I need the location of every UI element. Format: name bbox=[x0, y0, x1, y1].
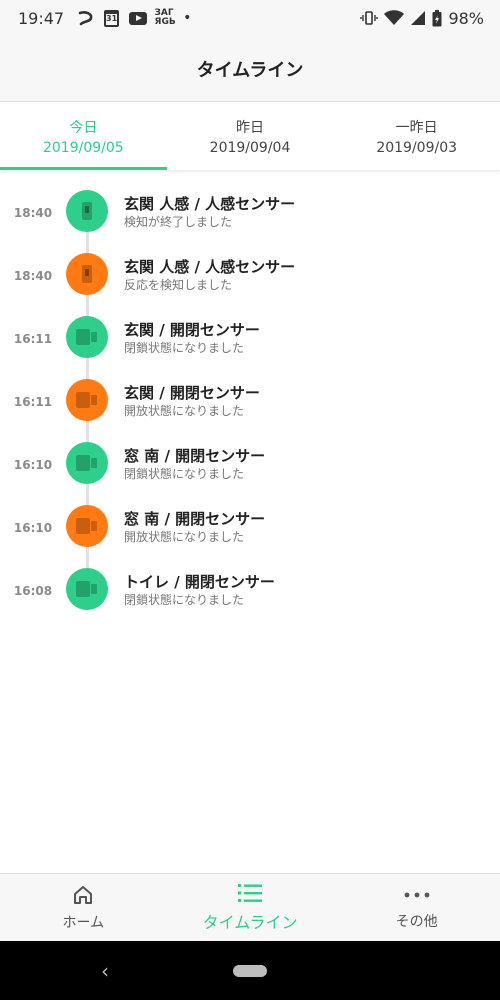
event-time: 18:40 bbox=[13, 206, 53, 220]
date-tabs: 今日 2019/09/05 昨日 2019/09/04 一昨日 2019/09/… bbox=[0, 102, 500, 170]
event-subtitle: 閉鎖状態になりました bbox=[124, 593, 245, 607]
event-subtitle: 開放状態になりました bbox=[124, 404, 245, 418]
tab-label: 今日 bbox=[69, 119, 98, 136]
event-status-circle bbox=[66, 253, 108, 295]
nav-home[interactable]: ホーム bbox=[0, 874, 167, 941]
timeline-item[interactable]: 16:11 玄関 / 開閉センサー 閉鎖状態になりました bbox=[0, 306, 500, 369]
event-status-circle bbox=[66, 379, 108, 421]
status-time: 19:47 bbox=[18, 8, 65, 28]
event-text: 窓 南 / 開閉センサー 開放状態になりました bbox=[124, 495, 265, 545]
event-title: トイレ / 開閉センサー bbox=[124, 573, 275, 591]
event-title: 玄関 人感 / 人感センサー bbox=[124, 258, 296, 276]
tab-date: 2019/09/03 bbox=[376, 139, 458, 156]
event-text: 玄関 人感 / 人感センサー 検知が終了しました bbox=[124, 180, 295, 230]
event-status-circle bbox=[66, 442, 108, 484]
timeline-list: 18:40 玄関 人感 / 人感センサー 検知が終了しました 18:40 玄関 … bbox=[0, 180, 500, 621]
event-time: 16:11 bbox=[13, 395, 53, 409]
door-sensor-icon bbox=[76, 518, 98, 534]
app-header: タイムライン bbox=[0, 36, 500, 102]
door-sensor-icon bbox=[76, 392, 98, 408]
status-bar: 19:47 31 ЗАГ ЯGЬ • 98% bbox=[0, 0, 500, 36]
event-status-circle bbox=[66, 505, 108, 547]
bottom-navigation: ホーム タイムライン その他 bbox=[0, 873, 500, 941]
event-status-circle bbox=[66, 190, 108, 232]
notification-icons: 31 ЗАГ ЯGЬ • bbox=[78, 9, 191, 27]
home-pill-button[interactable] bbox=[233, 965, 267, 977]
youtube-icon bbox=[129, 11, 148, 25]
motion-sensor-icon bbox=[82, 265, 92, 283]
timeline-item[interactable]: 16:10 窓 南 / 開閉センサー 開放状態になりました bbox=[0, 495, 500, 558]
timeline-item[interactable]: 16:08 トイレ / 開閉センサー 閉鎖状態になりました bbox=[0, 558, 500, 621]
event-status-circle bbox=[66, 568, 108, 610]
event-subtitle: 検知が終了しました bbox=[124, 215, 233, 229]
event-text: 玄関 / 開閉センサー 閉鎖状態になりました bbox=[124, 306, 260, 356]
event-title: 玄関 / 開閉センサー bbox=[124, 384, 260, 402]
timeline-item[interactable]: 16:10 窓 南 / 開閉センサー 閉鎖状態になりました bbox=[0, 432, 500, 495]
app-notification-icon bbox=[78, 10, 94, 26]
app-text-icon: ЗАГ ЯGЬ bbox=[154, 8, 176, 27]
signal-icon bbox=[410, 10, 426, 26]
timeline-item[interactable]: 16:11 玄関 / 開閉センサー 開放状態になりました bbox=[0, 369, 500, 432]
event-subtitle: 反応を検知しました bbox=[124, 278, 233, 292]
timeline-item[interactable]: 18:40 玄関 人感 / 人感センサー 反応を検知しました bbox=[0, 243, 500, 306]
event-time: 18:40 bbox=[13, 269, 53, 283]
nav-timeline[interactable]: タイムライン bbox=[167, 874, 334, 941]
event-subtitle: 閉鎖状態になりました bbox=[124, 467, 245, 481]
door-sensor-icon bbox=[76, 329, 98, 345]
event-title: 玄関 人感 / 人感センサー bbox=[124, 195, 296, 213]
nav-label: ホーム bbox=[62, 914, 105, 931]
tab-today[interactable]: 今日 2019/09/05 bbox=[0, 102, 167, 170]
battery-level: 98% bbox=[448, 8, 484, 28]
system-navigation-bar: ‹ bbox=[0, 941, 500, 1000]
event-subtitle: 閉鎖状態になりました bbox=[124, 341, 245, 355]
page-title: タイムライン bbox=[196, 59, 304, 81]
event-text: 玄関 / 開閉センサー 開放状態になりました bbox=[124, 369, 260, 419]
event-time: 16:11 bbox=[13, 332, 53, 346]
system-icons: 98% bbox=[360, 9, 484, 28]
vibrate-icon bbox=[360, 10, 379, 26]
list-icon bbox=[238, 883, 262, 902]
nav-label: その他 bbox=[395, 913, 438, 930]
timeline-item[interactable]: 18:40 玄関 人感 / 人感センサー 検知が終了しました bbox=[0, 180, 500, 243]
event-time: 16:10 bbox=[13, 521, 53, 535]
wifi-icon bbox=[384, 10, 405, 26]
motion-sensor-icon bbox=[82, 202, 92, 220]
tab-date: 2019/09/04 bbox=[209, 139, 291, 156]
more-icon bbox=[404, 892, 430, 897]
more-notifications-dot: • bbox=[183, 10, 192, 26]
event-status-circle bbox=[66, 316, 108, 358]
event-text: 玄関 人感 / 人感センサー 反応を検知しました bbox=[124, 243, 295, 293]
tab-yesterday[interactable]: 昨日 2019/09/04 bbox=[167, 102, 334, 170]
event-title: 窓 南 / 開閉センサー bbox=[124, 447, 266, 465]
event-time: 16:08 bbox=[13, 584, 53, 598]
event-time: 16:10 bbox=[13, 458, 53, 472]
door-sensor-icon bbox=[76, 581, 98, 597]
nav-label: タイムライン bbox=[202, 912, 298, 932]
event-subtitle: 開放状態になりました bbox=[124, 530, 245, 544]
battery-icon bbox=[432, 9, 442, 27]
door-sensor-icon bbox=[76, 455, 98, 471]
event-title: 玄関 / 開閉センサー bbox=[124, 321, 260, 339]
event-text: 窓 南 / 開閉センサー 閉鎖状態になりました bbox=[124, 432, 265, 482]
event-title: 窓 南 / 開閉センサー bbox=[124, 510, 266, 528]
tab-label: 一昨日 bbox=[395, 119, 438, 136]
calendar-icon: 31 bbox=[104, 9, 120, 27]
event-text: トイレ / 開閉センサー 閉鎖状態になりました bbox=[124, 558, 275, 608]
tab-date: 2019/09/05 bbox=[42, 139, 124, 156]
nav-more[interactable]: その他 bbox=[333, 874, 500, 941]
back-icon[interactable]: ‹ bbox=[101, 959, 109, 983]
tab-label: 昨日 bbox=[236, 119, 264, 136]
tab-day-before-yesterday[interactable]: 一昨日 2019/09/03 bbox=[333, 102, 500, 170]
home-icon bbox=[74, 885, 93, 904]
